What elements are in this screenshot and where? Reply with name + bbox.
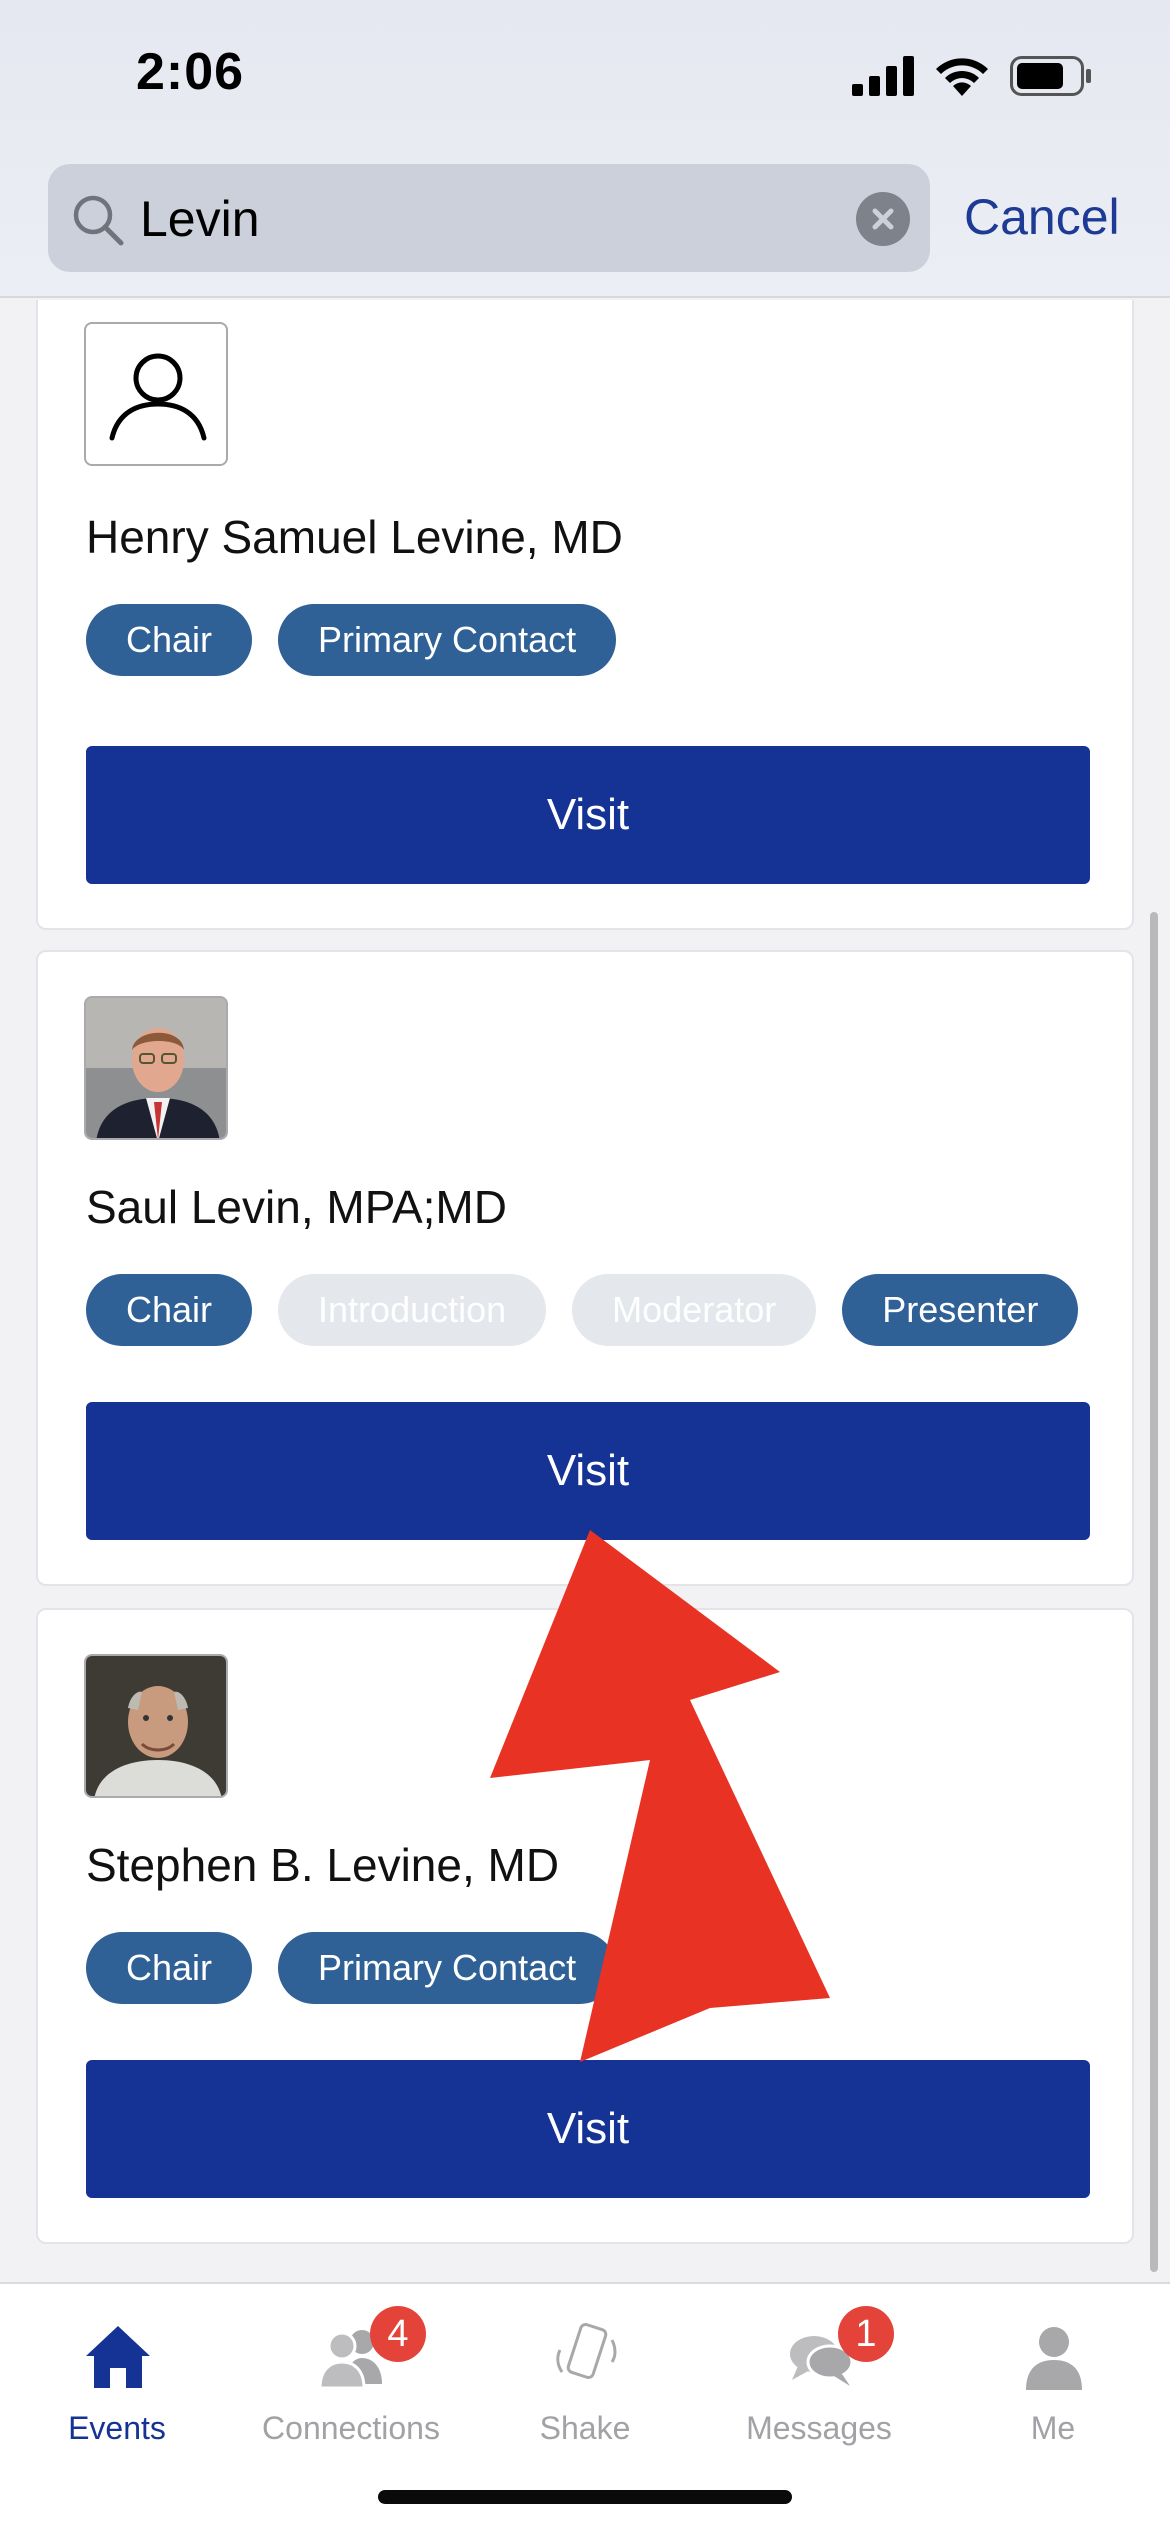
search-row: Cancel xyxy=(0,162,1170,274)
tab-label: Connections xyxy=(262,2410,440,2446)
tab-me[interactable]: Me xyxy=(936,2302,1170,2462)
cellular-signal-icon xyxy=(852,56,914,96)
avatar xyxy=(84,1654,228,1798)
role-tags: Chair Introduction Moderator Presenter xyxy=(86,1274,1090,1346)
avatar xyxy=(84,322,228,466)
scrollbar[interactable] xyxy=(1150,912,1158,2272)
messages-badge: 1 xyxy=(838,2306,894,2362)
attendee-name: Henry Samuel Levine, MD xyxy=(86,511,623,563)
connections-badge: 4 xyxy=(370,2306,426,2362)
tab-connections[interactable]: 4 Connections xyxy=(234,2302,468,2462)
role-tags: Chair Primary Contact xyxy=(86,604,1090,676)
status-time: 2:06 xyxy=(136,43,245,101)
role-tag: Moderator xyxy=(572,1274,817,1346)
tab-label: Messages xyxy=(746,2410,892,2446)
tab-events[interactable]: Events xyxy=(0,2302,234,2462)
profile-photo xyxy=(86,1656,226,1796)
battery-icon xyxy=(1010,56,1091,96)
role-tag: Chair xyxy=(86,1932,253,2004)
role-tag: Chair xyxy=(86,1274,253,1346)
header: 2:06 Levin Cancel xyxy=(0,0,1170,298)
person-placeholder-icon xyxy=(109,353,207,441)
role-tag: Chair xyxy=(86,604,253,676)
tab-label: Me xyxy=(1030,2410,1076,2446)
role-tag: Primary Contact xyxy=(278,604,617,676)
tab-messages[interactable]: 1 Messages xyxy=(702,2302,936,2462)
tab-label: Events xyxy=(68,2410,166,2446)
search-icon xyxy=(73,195,124,246)
tab-label: Shake xyxy=(539,2410,631,2446)
status-bar: 2:06 xyxy=(0,0,1170,150)
person-icon xyxy=(1026,2327,1082,2390)
result-card: Henry Samuel Levine, MD Chair Primary Con… xyxy=(36,300,1134,930)
home-indicator xyxy=(378,2490,792,2504)
red-annotation-arrow-icon xyxy=(490,1530,830,2062)
search-input[interactable] xyxy=(140,184,880,254)
avatar xyxy=(84,996,228,1140)
result-card: Saul Levin, MPA;MD Chair Introduction Mode… xyxy=(36,950,1134,1586)
clear-search-icon[interactable] xyxy=(856,192,910,246)
attendee-name: Saul Levin, MPA;MD xyxy=(86,1181,507,1233)
phone-shake-icon xyxy=(556,2323,617,2379)
search-field[interactable] xyxy=(48,164,930,272)
visit-button[interactable]: Visit xyxy=(86,2060,1090,2198)
wifi-icon xyxy=(936,58,988,96)
visit-button[interactable]: Visit xyxy=(86,1402,1090,1540)
profile-photo xyxy=(86,998,226,1138)
role-tag: Presenter xyxy=(842,1274,1079,1346)
role-tag: Introduction xyxy=(278,1274,547,1346)
visit-button[interactable]: Visit xyxy=(86,746,1090,884)
home-icon xyxy=(86,2326,150,2388)
cancel-button[interactable]: Cancel xyxy=(964,188,1120,246)
tab-shake[interactable]: Shake xyxy=(468,2302,702,2462)
